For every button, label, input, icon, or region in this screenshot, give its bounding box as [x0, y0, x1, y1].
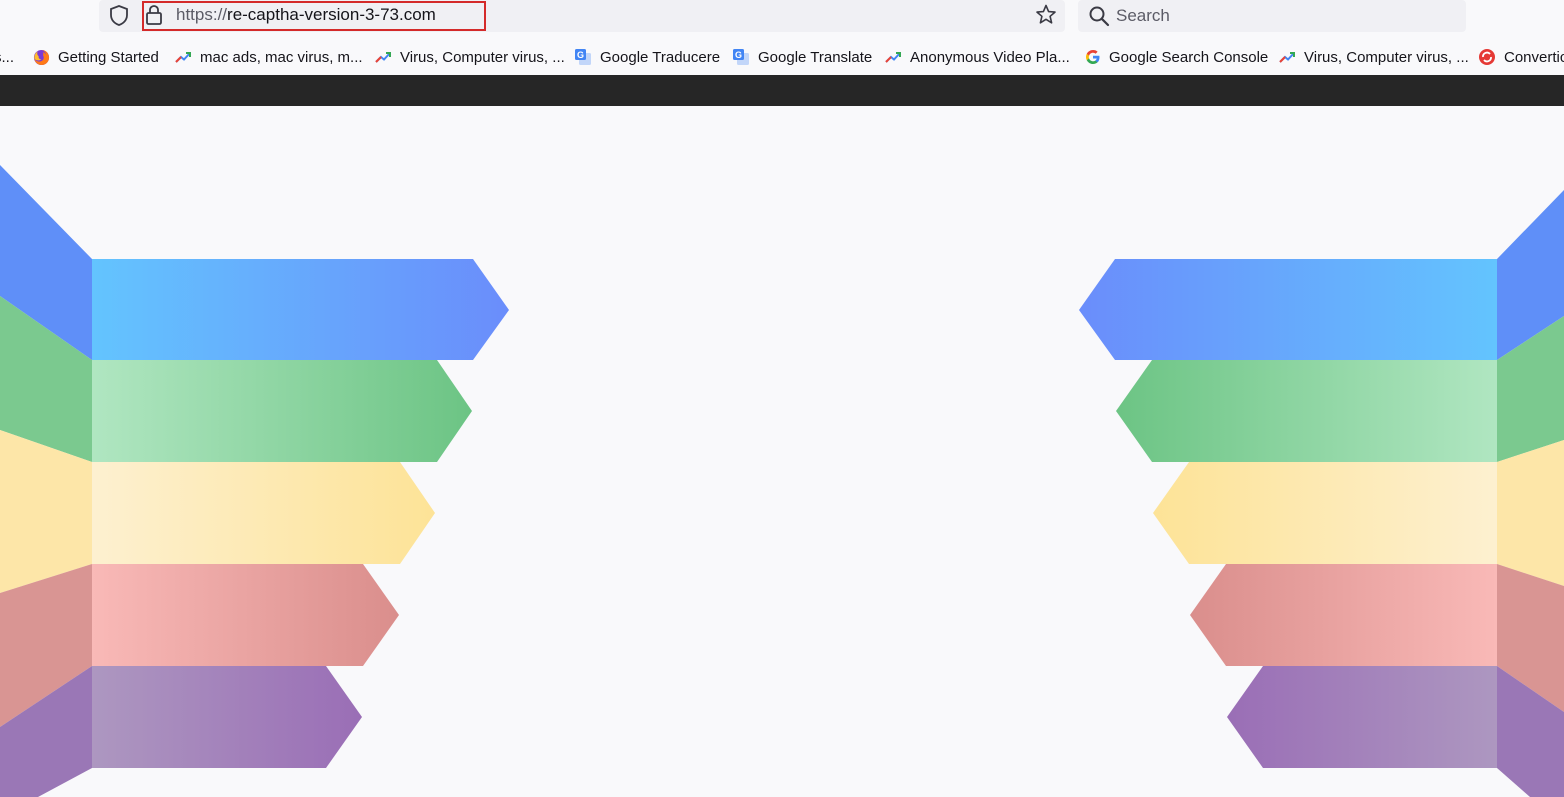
right-arrow-blue [1079, 259, 1497, 360]
google-g-icon [1086, 50, 1100, 64]
svg-text:G: G [735, 50, 742, 60]
google-translate-icon: G [733, 49, 749, 65]
bookmarks-toolbar: s... Getting Started mac ads, mac virus,… [0, 40, 1564, 74]
page-content [0, 106, 1564, 797]
bookmark-label: Convertic [1504, 48, 1564, 66]
bookmark-label: Virus, Computer virus, ... [1304, 48, 1469, 66]
right-arrow-red [1190, 564, 1497, 666]
left-arrow-blue [92, 259, 509, 360]
bookmark-label: Google Translate [758, 48, 873, 66]
red-circle-icon [1479, 49, 1495, 65]
url-host: re-captha-version-3-73.com [227, 5, 436, 24]
right-arrow-yellow [1153, 462, 1497, 564]
bookmark-mac-ads[interactable]: mac ads, mac virus, m... [175, 40, 363, 74]
bookmark-virus-2[interactable]: Virus, Computer virus, ... [1279, 40, 1469, 74]
left-arrow-bottom [92, 768, 360, 797]
bookmark-virus-1[interactable]: Virus, Computer virus, ... [375, 40, 565, 74]
trend-icon [175, 52, 191, 63]
url-scheme: https:// [176, 5, 228, 24]
bookmark-getting-started[interactable]: Getting Started [33, 40, 159, 74]
trend-icon [885, 52, 901, 63]
left-arrow-red [92, 564, 399, 666]
trend-icon [375, 52, 391, 63]
bookmark-search-console[interactable]: Google Search Console [1085, 40, 1268, 74]
bookmark-item[interactable]: s... [0, 40, 14, 74]
bookmark-label: mac ads, mac virus, m... [200, 48, 363, 66]
bookmark-label: Getting Started [58, 48, 159, 66]
right-arrow-green [1116, 360, 1497, 462]
bookmark-label: Google Traducere [600, 48, 721, 66]
browser-toolbar: https://re-captha-version-3-73.com Searc… [0, 0, 1564, 40]
right-arrow-purple [1227, 666, 1497, 768]
google-translate-icon: G [575, 49, 591, 65]
ribbon-decoration [0, 165, 1564, 797]
trend-icon [1279, 52, 1295, 63]
bookmark-google-translate[interactable]: G Google Translate [732, 40, 872, 74]
bookmark-label: Anonymous Video Pla... [910, 48, 1070, 66]
lock-icon[interactable] [144, 4, 164, 26]
bookmark-label: s... [0, 48, 15, 66]
bookmark-label: Google Search Console [1109, 48, 1269, 66]
firefox-icon [33, 49, 50, 65]
url-text[interactable]: https://re-captha-version-3-73.com [176, 5, 436, 25]
shield-icon[interactable] [107, 4, 131, 28]
left-arrow-green [92, 360, 472, 462]
left-arrow-purple [92, 666, 362, 768]
bookmark-label: Virus, Computer virus, ... [400, 48, 565, 66]
left-arrow-yellow [92, 462, 435, 564]
bookmark-star-icon[interactable] [1034, 3, 1058, 27]
page-top-strip [0, 75, 1564, 106]
bookmark-google-traducere[interactable]: G Google Traducere [574, 40, 720, 74]
right-fan-yellow [1497, 440, 1564, 586]
svg-text:G: G [577, 50, 584, 60]
bookmark-anonymous-video[interactable]: Anonymous Video Pla... [885, 40, 1070, 74]
bookmark-convertic[interactable]: Convertic [1478, 40, 1564, 74]
search-placeholder[interactable]: Search [1116, 6, 1170, 26]
search-icon [1089, 6, 1110, 27]
